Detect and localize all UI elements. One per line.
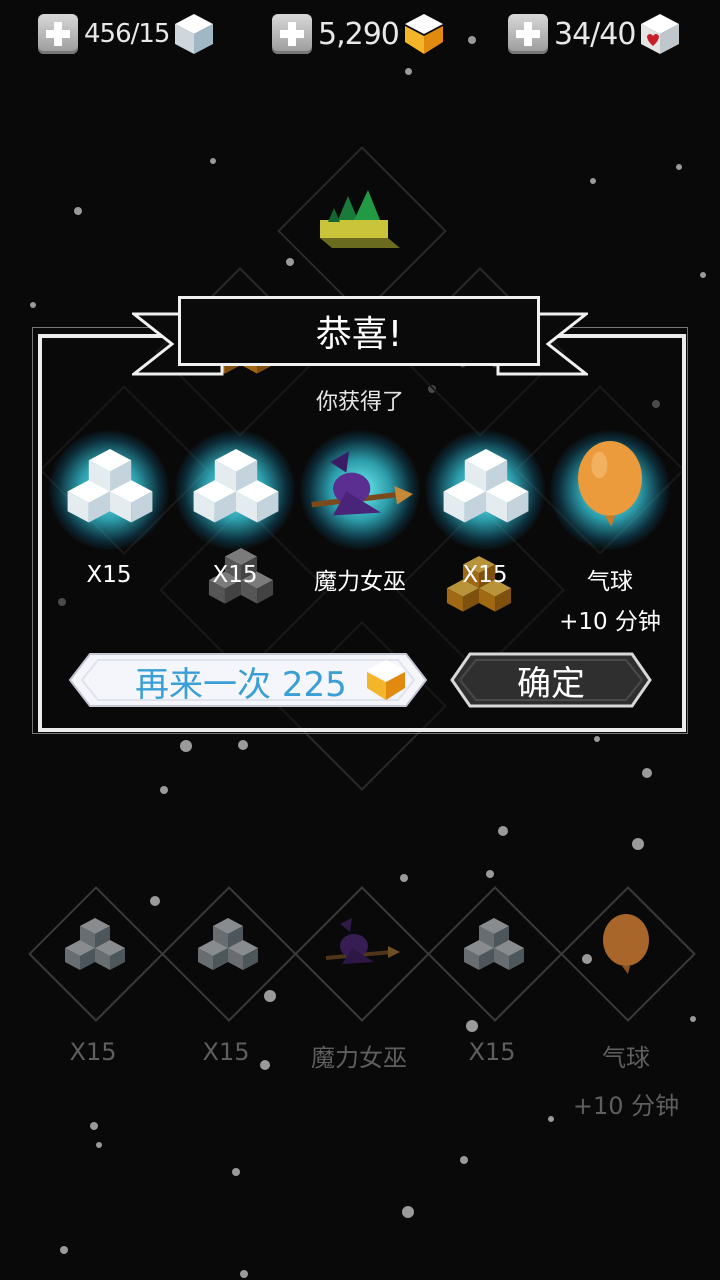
ice-cubes-icon: [193, 449, 279, 523]
tray-label: 魔力女巫: [311, 1044, 407, 1072]
forest-island-icon: [320, 190, 400, 248]
tray-label: X15: [69, 1038, 117, 1066]
reward-item: [295, 425, 425, 555]
ice-cubes-icon: [443, 449, 529, 523]
ice-cubes-icon: [67, 449, 153, 523]
reward-item: [170, 425, 300, 555]
gold-gem-icon: [404, 14, 443, 54]
dialog-subtitle: 你获得了: [315, 390, 404, 415]
reward-label: X15: [212, 562, 258, 588]
ice-count: 456/15: [84, 19, 170, 49]
confirm-label: 确定: [517, 664, 585, 704]
reward-label: X15: [462, 562, 508, 588]
gem-count: 5,290: [318, 16, 400, 52]
gold-gem-icon: [367, 660, 405, 700]
add-gem-button[interactable]: [272, 14, 312, 54]
reward-item: [420, 425, 550, 555]
heart-count: 34/40: [554, 16, 636, 52]
reward-label: 魔力女巫: [314, 569, 406, 595]
dialog-title-banner: 恭喜!: [178, 296, 540, 366]
ice-cubes-icon: [65, 918, 125, 970]
heart-cube-icon: [641, 14, 680, 54]
dialog-title: 恭喜!: [315, 314, 403, 355]
ice-resource-counter: 456/15: [38, 12, 215, 56]
reward-label: X15: [86, 562, 132, 588]
tray-label: 气球: [602, 1044, 650, 1072]
retry-label-group: 再来一次 225: [135, 657, 347, 706]
ice-cubes-icon: [464, 918, 524, 970]
ice-cube-icon: [175, 14, 214, 54]
witch-icon: [311, 451, 413, 516]
reward-item: [545, 425, 675, 555]
tray-label: X15: [468, 1038, 516, 1066]
retry-cost: 225: [281, 665, 347, 705]
tray-label: X15: [202, 1038, 250, 1066]
reward-label: 气球: [587, 569, 633, 595]
balloon-icon: [578, 441, 642, 527]
balloon-icon: [603, 914, 649, 974]
add-ice-button[interactable]: [38, 14, 78, 54]
retry-label: 再来一次: [135, 665, 271, 705]
witch-icon: [325, 918, 400, 964]
tray-sub-label: +10 分钟: [572, 1092, 680, 1120]
add-heart-button[interactable]: [508, 14, 548, 54]
reward-item: [44, 425, 174, 555]
reward-sub-label: +10 分钟: [559, 609, 661, 635]
gem-resource-counter: 5,290: [272, 12, 445, 56]
heart-resource-counter: 34/40: [508, 12, 681, 56]
ice-cubes-icon: [198, 918, 258, 970]
